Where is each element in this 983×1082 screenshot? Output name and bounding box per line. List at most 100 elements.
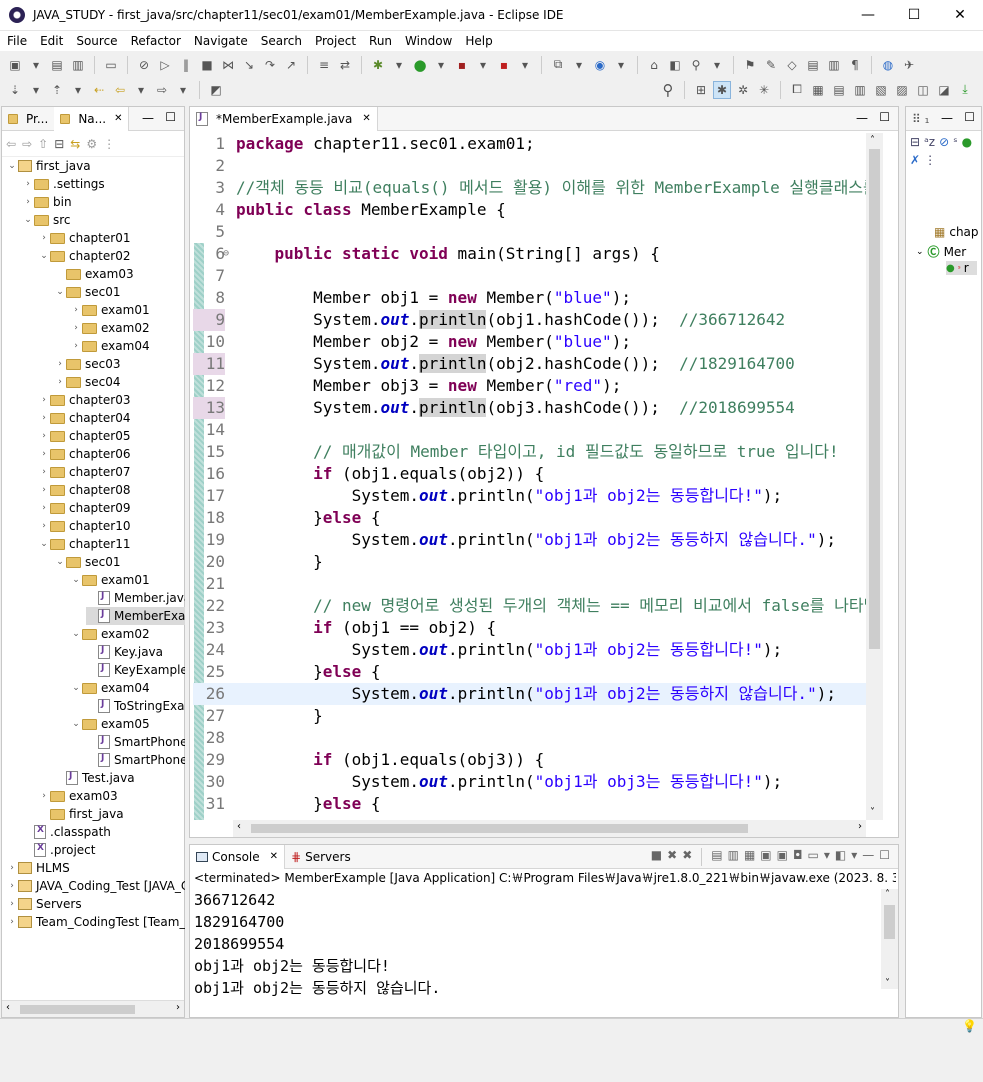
dropdown-icon[interactable]: ▾: [27, 81, 45, 99]
doc-icon[interactable]: ▥: [825, 56, 843, 74]
remove-launch-icon[interactable]: ✖: [667, 848, 677, 866]
tab-servers[interactable]: ⋕ Servers: [285, 845, 357, 869]
close-icon[interactable]: ✕: [362, 113, 370, 124]
tree-item[interactable]: ⌄ chapter11: [38, 535, 130, 553]
collapse-all-icon[interactable]: ⊟: [54, 137, 64, 151]
view-icon[interactable]: ▦: [809, 81, 827, 99]
close-icon[interactable]: ✕: [114, 113, 122, 124]
expand-toggle-icon[interactable]: ›: [38, 467, 50, 477]
view-icon[interactable]: ▥: [851, 81, 869, 99]
code-line[interactable]: 10 Member obj2 = new Member("blue");: [193, 331, 883, 353]
debug-icon[interactable]: ✱: [369, 56, 387, 74]
pin-icon[interactable]: ⚑: [741, 56, 759, 74]
prev-annotation-icon[interactable]: ⇡: [48, 81, 66, 99]
new-icon[interactable]: ▣: [6, 56, 24, 74]
suspend-icon[interactable]: ‖: [177, 56, 195, 74]
dropdown-icon[interactable]: ▾: [474, 56, 492, 74]
tree-item[interactable]: › chapter01: [38, 229, 130, 247]
globe-icon[interactable]: ◍: [879, 56, 897, 74]
tree-item[interactable]: › Team_CodingTest [Team_CodingTest]: [6, 913, 185, 931]
new-java-project-icon[interactable]: ⧉: [549, 56, 567, 74]
pin-editor-icon[interactable]: ◩: [207, 81, 225, 99]
terminate-icon[interactable]: ■: [198, 56, 216, 74]
dropdown-icon[interactable]: ▾: [432, 56, 450, 74]
expand-toggle-icon[interactable]: ›: [70, 323, 82, 333]
up-icon[interactable]: ⇧: [38, 137, 48, 151]
tree-item[interactable]: Member.java: [86, 589, 185, 607]
git-icon[interactable]: ◫: [914, 81, 932, 99]
expand-toggle-icon[interactable]: ⌄: [70, 629, 82, 639]
code-line[interactable]: 5: [193, 221, 883, 243]
dropdown-icon[interactable]: ▾: [516, 56, 534, 74]
expand-toggle-icon[interactable]: ›: [38, 431, 50, 441]
open-folder-icon[interactable]: ◧: [666, 56, 684, 74]
editor-horizontal-scrollbar[interactable]: ‹ ›: [233, 820, 866, 837]
code-line[interactable]: 17 System.out.println("obj1과 obj2는 동등합니다…: [193, 485, 883, 507]
expand-toggle-icon[interactable]: ›: [38, 521, 50, 531]
filter-icon[interactable]: ⚙: [86, 137, 97, 151]
show-stdout-icon[interactable]: ▣: [760, 848, 771, 866]
code-line[interactable]: 30 System.out.println("obj1과 obj3는 동등합니다…: [193, 771, 883, 793]
view-icon[interactable]: ▨: [893, 81, 911, 99]
outline-item-main[interactable]: ● ˢ r: [946, 261, 977, 275]
tree-item[interactable]: › chapter06: [38, 445, 130, 463]
maximize-button[interactable]: ☐: [891, 0, 937, 30]
remove-all-icon[interactable]: ✖: [682, 848, 692, 866]
expand-toggle-icon[interactable]: ›: [6, 917, 18, 927]
dropdown-icon[interactable]: ▾: [390, 56, 408, 74]
tree-item[interactable]: ⌄ exam04: [70, 679, 149, 697]
hide-nonpublic-icon[interactable]: ✗: [910, 153, 920, 167]
tree-item[interactable]: › bin: [22, 193, 71, 211]
minimize-icon[interactable]: —: [862, 848, 874, 866]
code-line[interactable]: 26 System.out.println("obj1과 obj2는 동등하지 …: [193, 683, 883, 705]
forward-icon[interactable]: ⇨: [153, 81, 171, 99]
sort-icon[interactable]: ᵃz: [924, 135, 935, 149]
code-line[interactable]: 24 System.out.println("obj1과 obj2는 동등합니다…: [193, 639, 883, 661]
restore-icon[interactable]: ⧠: [788, 81, 806, 99]
step-into-icon[interactable]: ↘: [240, 56, 258, 74]
maximize-icon[interactable]: ☐: [879, 110, 890, 124]
menu-window[interactable]: Window: [398, 34, 458, 48]
step-over-icon[interactable]: ↷: [261, 56, 279, 74]
use-step-filters-icon[interactable]: ≡: [315, 56, 333, 74]
expand-toggle-icon[interactable]: ›: [38, 485, 50, 495]
maximize-icon[interactable]: ☐: [879, 848, 890, 866]
code-line[interactable]: 31 }else {: [193, 793, 883, 815]
tree-item[interactable]: ⌄ exam01: [70, 571, 149, 589]
tree-item[interactable]: › HLMS: [6, 859, 70, 877]
code-line[interactable]: 21: [193, 573, 883, 595]
collapse-all-icon[interactable]: ⊟: [910, 135, 920, 149]
tree-item[interactable]: › chapter08: [38, 481, 130, 499]
code-line[interactable]: 16 if (obj1.equals(obj2)) {: [193, 463, 883, 485]
code-line[interactable]: 27 }: [193, 705, 883, 727]
maximize-icon[interactable]: ☐: [964, 110, 975, 124]
dropdown-icon[interactable]: ▾: [570, 56, 588, 74]
dropdown-icon[interactable]: ▾: [132, 81, 150, 99]
dropdown-icon[interactable]: ▾: [174, 81, 192, 99]
outline-item-package[interactable]: ▦ chap: [934, 225, 979, 239]
expand-toggle-icon[interactable]: ⌄: [70, 575, 82, 585]
run-icon[interactable]: ●: [411, 56, 429, 74]
tree-item[interactable]: ⌄ sec01: [54, 553, 120, 571]
doc-icon[interactable]: ▤: [804, 56, 822, 74]
menu-source[interactable]: Source: [69, 34, 123, 48]
code-line[interactable]: 20 }: [193, 551, 883, 573]
view-icon[interactable]: ◪: [935, 81, 953, 99]
tree-item[interactable]: ⌄ chapter02: [38, 247, 130, 265]
expand-toggle-icon[interactable]: ⌄: [6, 161, 18, 171]
scroll-lock-icon[interactable]: ▥: [728, 848, 739, 866]
expand-toggle-icon[interactable]: ›: [22, 197, 34, 207]
open-perspective-icon[interactable]: ⊞: [692, 81, 710, 99]
public-icon[interactable]: ●: [962, 135, 972, 149]
tree-item[interactable]: Test.java: [54, 769, 135, 787]
save-icon[interactable]: ▤: [48, 56, 66, 74]
expand-toggle-icon[interactable]: ⌄: [38, 251, 50, 261]
code-line[interactable]: 15 // 매개값이 Member 타입이고, id 필드값도 동일하므로 tr…: [193, 441, 883, 463]
tab-outline[interactable]: ⠿ ₁: [906, 107, 935, 131]
team-perspective-icon[interactable]: ✳: [755, 81, 773, 99]
dropdown-icon[interactable]: ▾: [708, 56, 726, 74]
code-line[interactable]: 3 //객체 동등 비교(equals() 메서드 활용) 이해를 위한 Memb…: [193, 177, 883, 199]
code-line[interactable]: 12 Member obj3 = new Member("red");: [193, 375, 883, 397]
expand-toggle-icon[interactable]: ›: [22, 179, 34, 189]
next-annotation-icon[interactable]: ⇣: [6, 81, 24, 99]
